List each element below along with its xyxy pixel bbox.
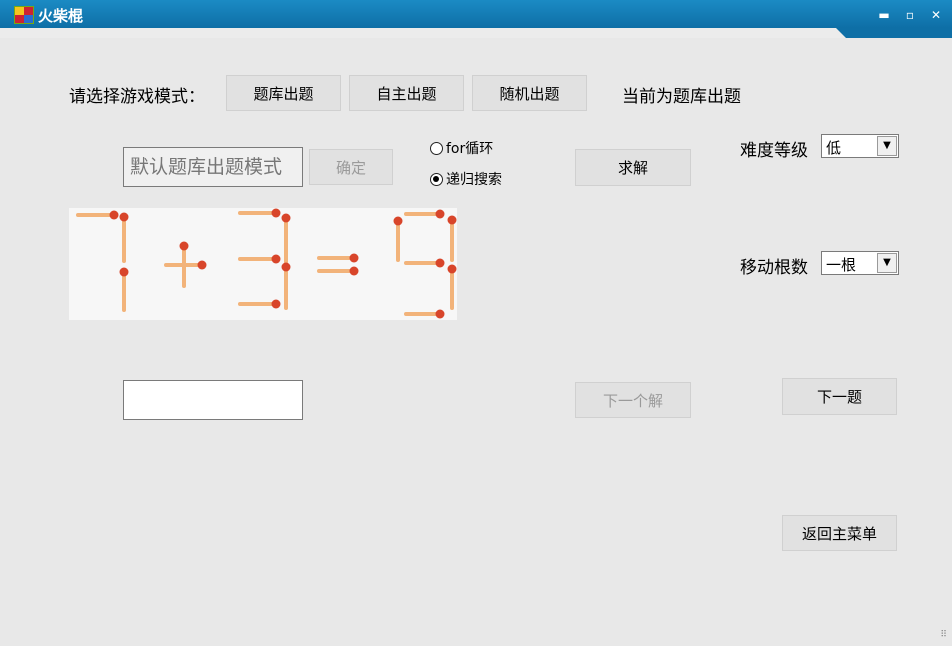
custom-mode-button[interactable]: 自主出题 [349, 75, 464, 111]
solve-button[interactable]: 求解 [575, 149, 691, 186]
chevron-down-icon: ▼ [877, 253, 897, 273]
radio-for-loop[interactable]: for循环 [430, 138, 493, 158]
radio-for-loop-indicator [430, 141, 443, 155]
moves-select[interactable]: 一根 ▼ [821, 251, 899, 275]
next-solution-button[interactable]: 下一个解 [575, 382, 691, 418]
confirm-button[interactable]: 确定 [309, 149, 393, 185]
maximize-icon[interactable]: ▫ [902, 8, 918, 22]
title-bar: 火柴棍 ▬ ▫ ✕ [0, 0, 952, 38]
radio-recursive-search[interactable]: 递归搜索 [430, 169, 502, 189]
random-mode-button[interactable]: 随机出题 [472, 75, 587, 111]
chevron-down-icon: ▼ [877, 136, 897, 156]
radio-for-loop-label: for循环 [446, 141, 494, 157]
back-to-menu-button[interactable]: 返回主菜单 [782, 515, 897, 551]
bank-mode-button[interactable]: 题库出题 [226, 75, 341, 111]
answer-input[interactable] [123, 380, 303, 420]
moves-label: 移动根数 [740, 258, 808, 278]
difficulty-value: 低 [826, 139, 842, 157]
minimize-icon[interactable]: ▬ [876, 8, 892, 22]
difficulty-label: 难度等级 [740, 141, 808, 161]
difficulty-select[interactable]: 低 ▼ [821, 134, 899, 158]
current-mode-status: 当前为题库出题 [622, 87, 741, 107]
app-icon [14, 6, 34, 24]
matchstick-puzzle [69, 208, 457, 320]
close-icon[interactable]: ✕ [928, 8, 944, 22]
equation-input[interactable]: 默认题库出题模式 [123, 147, 303, 187]
radio-recursive-search-label: 递归搜索 [446, 172, 502, 188]
mode-label: 请选择游戏模式： [69, 87, 205, 107]
resize-grip-icon[interactable]: ⠿ [940, 630, 947, 640]
moves-value: 一根 [826, 256, 857, 274]
matchstick-equation-image [76, 208, 457, 319]
title-bar-background [0, 0, 952, 28]
radio-recursive-search-indicator [430, 172, 443, 186]
window-title: 火柴棍 [38, 7, 84, 25]
next-question-button[interactable]: 下一题 [782, 378, 897, 415]
title-bar-notch [0, 28, 952, 38]
